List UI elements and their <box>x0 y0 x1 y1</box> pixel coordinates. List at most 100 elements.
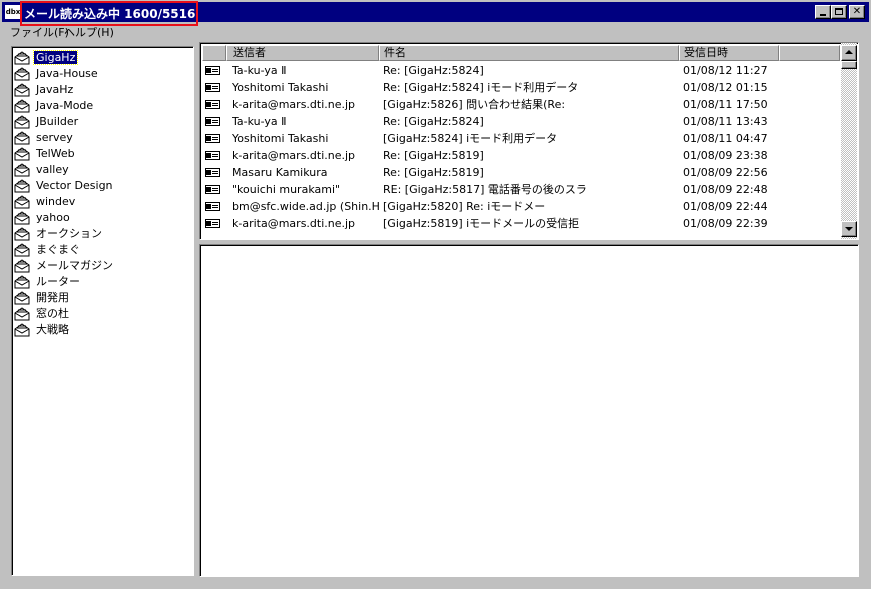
menu-file[interactable]: ファイル(F) <box>10 24 69 40</box>
message-subject: Re: [GigaHz:5824] iモード利用データ <box>383 81 579 94</box>
message-date: 01/08/12 01:15 <box>683 81 768 94</box>
mail-folder-icon <box>14 323 30 337</box>
mail-folder-icon <box>14 243 30 257</box>
folder-label: まぐまぐ <box>36 243 80 256</box>
message-date: 01/08/09 22:48 <box>683 183 768 196</box>
folder-label: GigaHz <box>32 50 79 65</box>
message-subject: Re: [GigaHz:5824] <box>383 115 484 128</box>
message-from: Masaru Kamikura <box>232 166 328 179</box>
mail-icon <box>205 66 221 75</box>
message-from: k-arita@mars.dti.ne.jp <box>232 98 356 111</box>
message-from: Yoshitomi Takashi <box>232 132 329 145</box>
message-row[interactable]: Ta-ku-ya Ⅱ Re: [GigaHz:5824] 01/08/12 11:2… <box>202 62 840 79</box>
arrow-down-icon <box>845 227 853 231</box>
message-row[interactable]: Yoshitomi Takashi [GigaHz:5824] iモード利用データ… <box>202 130 840 147</box>
folder-label: JBuilder <box>36 115 79 128</box>
message-from: Yoshitomi Takashi <box>232 81 329 94</box>
folder-label: Vector Design <box>36 179 113 192</box>
message-row[interactable]: k-arita@mars.dti.ne.jp Re: [GigaHz:5819] 0… <box>202 147 840 164</box>
close-button[interactable]: ✕ <box>849 5 865 19</box>
mail-folder-icon <box>14 307 30 321</box>
arrow-up-icon <box>845 50 853 54</box>
message-date: 01/08/09 23:38 <box>683 149 768 162</box>
minimize-icon <box>820 14 826 16</box>
message-date: 01/08/09 22:56 <box>683 166 768 179</box>
header-date[interactable]: 受信日時 <box>679 45 779 61</box>
mail-folder-icon <box>14 67 30 81</box>
mail-folder-icon <box>14 163 30 177</box>
mail-icon <box>205 83 221 92</box>
message-row[interactable]: Yoshitomi Takashi Re: [GigaHz:5824] iモード利… <box>202 79 840 96</box>
header-from[interactable]: 送信者 <box>226 45 379 61</box>
mail-folder-icon <box>14 99 30 113</box>
mail-folder-icon <box>14 131 30 145</box>
message-date: 01/08/09 22:44 <box>683 200 768 213</box>
folder-label: ルーター <box>36 275 80 288</box>
list-scrollbar[interactable] <box>841 43 857 239</box>
folder-label: メールマガジン <box>36 259 113 272</box>
folder-label: JavaHz <box>36 83 74 96</box>
header-filler <box>779 45 840 61</box>
message-subject: Re: [GigaHz:5819] <box>383 149 484 162</box>
mail-icon <box>205 100 221 109</box>
close-icon: ✕ <box>852 6 862 17</box>
mail-folder-icon <box>14 51 30 65</box>
folder-label: TelWeb <box>36 147 75 160</box>
mail-icon <box>205 151 221 160</box>
folder-label: 大戦略 <box>36 323 69 336</box>
message-subject: [GigaHz:5820] Re: iモードメー <box>383 200 546 213</box>
message-from: Ta-ku-ya Ⅱ <box>232 64 287 77</box>
message-from: k-arita@mars.dti.ne.jp <box>232 217 356 230</box>
mail-folder-icon <box>14 179 30 193</box>
mail-icon <box>205 168 221 177</box>
message-subject: Re: [GigaHz:5819] <box>383 166 484 179</box>
message-row[interactable]: k-arita@mars.dti.ne.jp [GigaHz:5826] 問い合わ… <box>202 96 840 113</box>
folder-label: yahoo <box>36 211 70 224</box>
folder-tree[interactable]: GigaHz Java-House JavaHz Java-Mode JBuilder s… <box>11 46 194 576</box>
maximize-button[interactable] <box>831 5 847 19</box>
folder-label: オークション <box>36 227 102 240</box>
app-icon[interactable]: dbx <box>5 5 21 19</box>
message-row[interactable]: bm@sfc.wide.ad.jp (Shin.H) [GigaHz:5820] … <box>202 198 840 215</box>
message-row[interactable]: "kouichi murakami" RE: [GigaHz:5817] 電話番号… <box>202 181 840 198</box>
header-subject[interactable]: 件名 <box>379 45 679 61</box>
message-list[interactable]: 送信者 件名 受信日時 Ta-ku-ya Ⅱ Re: [GigaHz:5824] 0… <box>199 42 859 240</box>
message-date: 01/08/12 11:27 <box>683 64 768 77</box>
mail-folder-icon <box>14 275 30 289</box>
folder-label: servey <box>36 131 73 144</box>
message-subject: Re: [GigaHz:5824] <box>383 64 484 77</box>
message-date: 01/08/11 04:47 <box>683 132 768 145</box>
folder-label: Java-House <box>36 67 98 80</box>
folder-label: Java-Mode <box>36 99 94 112</box>
mail-icon <box>205 219 221 228</box>
maximize-icon <box>835 8 843 15</box>
mail-icon <box>205 185 221 194</box>
minimize-button[interactable] <box>815 5 831 19</box>
message-date: 01/08/11 13:43 <box>683 115 768 128</box>
mail-folder-icon <box>14 227 30 241</box>
message-row[interactable]: Masaru Kamikura Re: [GigaHz:5819] 01/08/09… <box>202 164 840 181</box>
mail-folder-icon <box>14 211 30 225</box>
mail-icon <box>205 134 221 143</box>
scroll-thumb[interactable] <box>841 61 857 69</box>
menu-bar: ファイル(F) ヘルプ(H) <box>2 23 869 41</box>
message-row[interactable]: k-arita@mars.dti.ne.jp [GigaHz:5819] iモード… <box>202 215 840 232</box>
mail-folder-icon <box>14 195 30 209</box>
preview-pane[interactable] <box>199 244 859 577</box>
menu-help[interactable]: ヘルプ(H) <box>64 24 114 40</box>
list-header: 送信者 件名 受信日時 <box>202 45 840 61</box>
scroll-down-button[interactable] <box>841 221 857 237</box>
message-subject: [GigaHz:5824] iモード利用データ <box>383 132 558 145</box>
message-subject: [GigaHz:5819] iモードメールの受信拒 <box>383 217 580 230</box>
mail-folder-icon <box>14 291 30 305</box>
scroll-up-button[interactable] <box>841 45 857 61</box>
folder-label: valley <box>36 163 69 176</box>
message-date: 01/08/09 22:39 <box>683 217 768 230</box>
folder-label: 窓の杜 <box>36 307 69 320</box>
message-from: k-arita@mars.dti.ne.jp <box>232 149 356 162</box>
folder-label: 開発用 <box>36 291 69 304</box>
message-row[interactable]: Ta-ku-ya Ⅱ Re: [GigaHz:5824] 01/08/11 13:4… <box>202 113 840 130</box>
header-icon-column[interactable] <box>202 45 226 61</box>
message-from: bm@sfc.wide.ad.jp (Shin.H) <box>232 200 380 213</box>
message-date: 01/08/11 17:50 <box>683 98 768 111</box>
